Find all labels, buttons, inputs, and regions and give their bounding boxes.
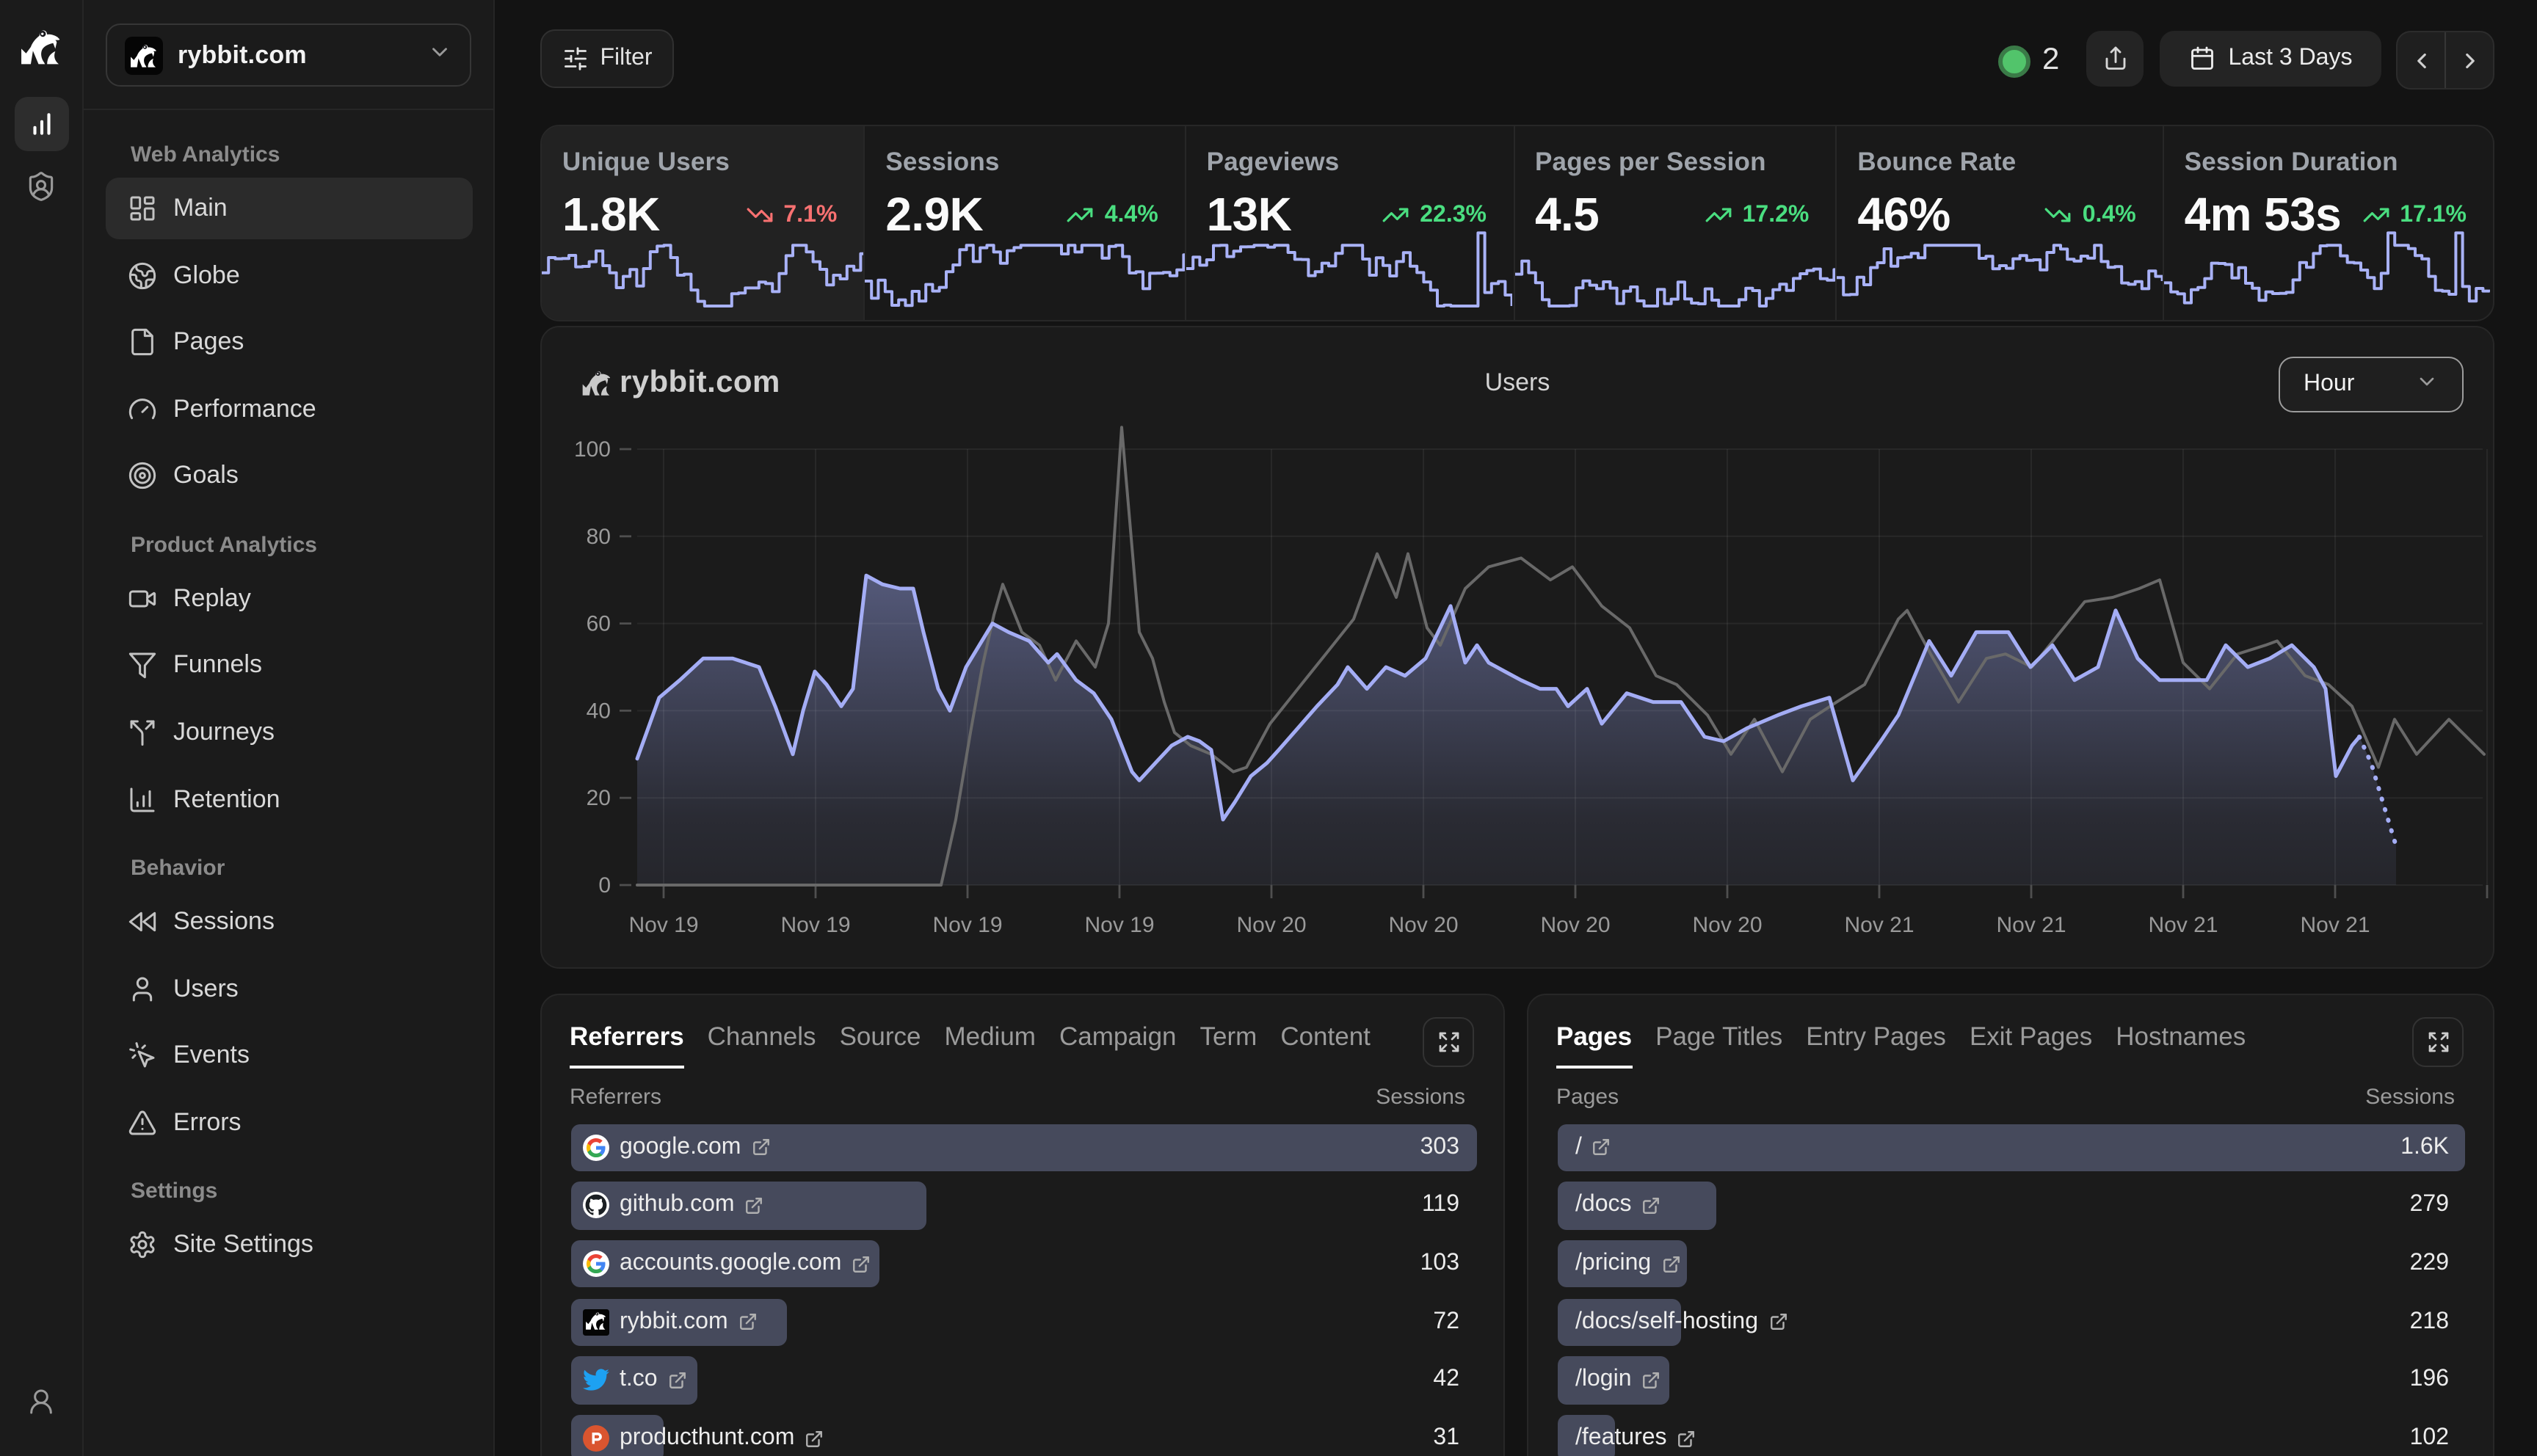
- svg-text:Nov 20: Nov 20: [1388, 913, 1458, 937]
- svg-text:20: 20: [587, 786, 611, 810]
- svg-text:Nov 21: Nov 21: [2148, 913, 2218, 937]
- svg-text:Nov 20: Nov 20: [1236, 913, 1306, 937]
- svg-text:0: 0: [598, 873, 611, 898]
- svg-text:60: 60: [587, 612, 611, 636]
- svg-text:Nov 19: Nov 19: [932, 913, 1002, 937]
- svg-text:Nov 21: Nov 21: [1844, 913, 1914, 937]
- svg-text:100: 100: [574, 437, 611, 462]
- svg-text:Nov 19: Nov 19: [628, 913, 698, 937]
- svg-text:40: 40: [587, 699, 611, 723]
- svg-text:Nov 21: Nov 21: [2300, 913, 2370, 937]
- svg-text:Nov 20: Nov 20: [1692, 913, 1762, 937]
- svg-text:Nov 19: Nov 19: [780, 913, 850, 937]
- svg-text:Nov 20: Nov 20: [1540, 913, 1610, 937]
- svg-text:Nov 19: Nov 19: [1084, 913, 1154, 937]
- svg-text:80: 80: [587, 525, 611, 549]
- svg-text:Nov 21: Nov 21: [1996, 913, 2066, 937]
